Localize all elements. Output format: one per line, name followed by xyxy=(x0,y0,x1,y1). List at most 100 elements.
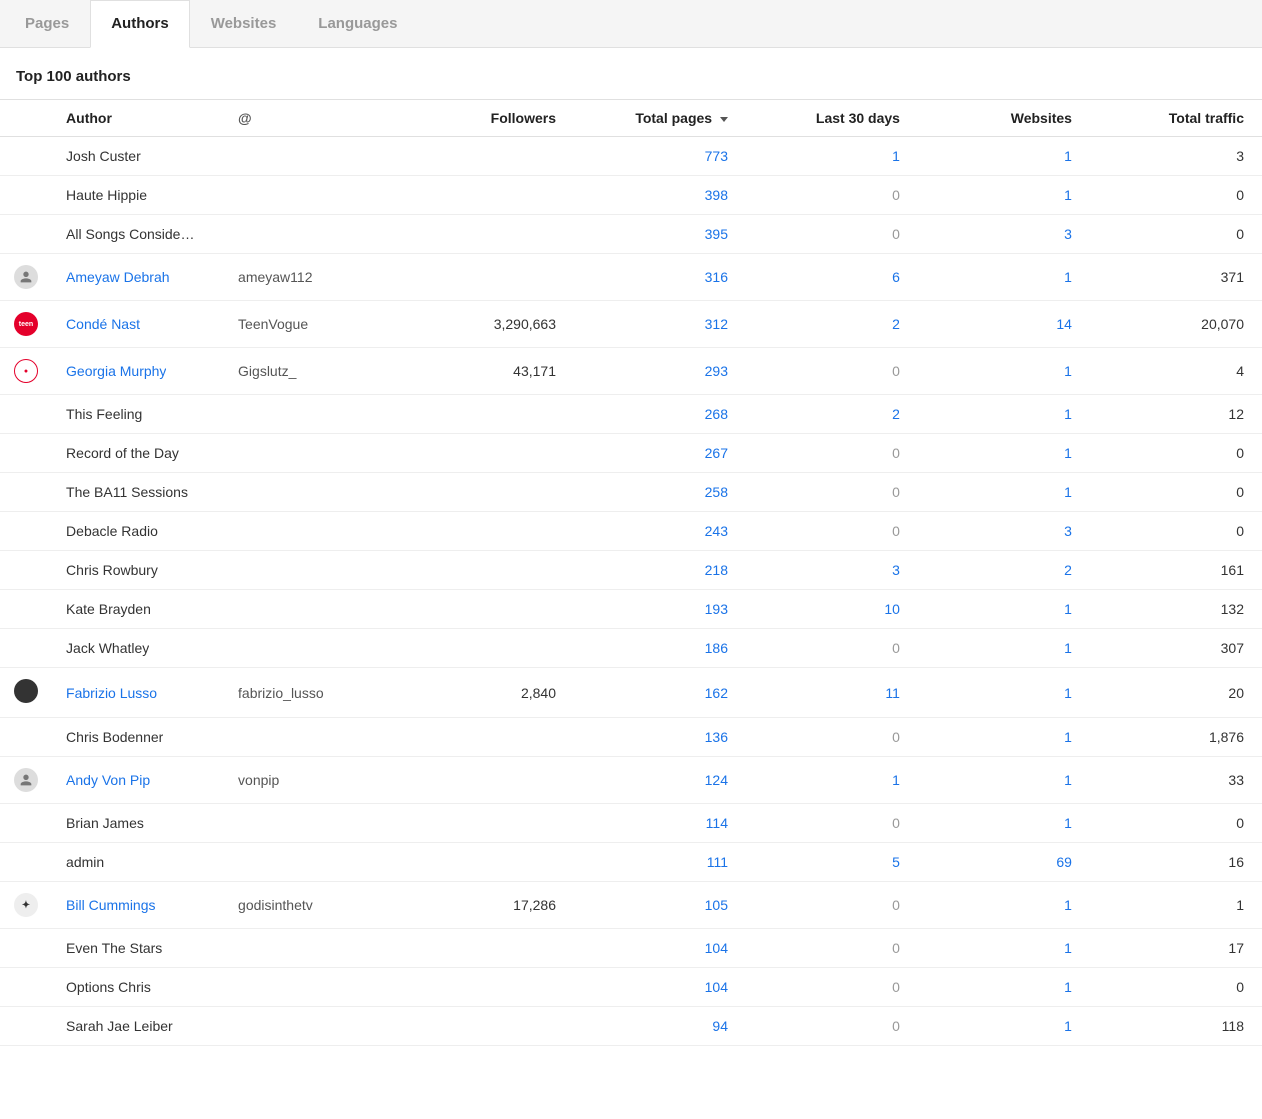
table-row: ✦Bill Cummingsgodisinthetv17,286105011 xyxy=(0,882,1262,929)
col-total-pages-label: Total pages xyxy=(635,110,712,126)
cell-handle xyxy=(230,590,402,629)
cell-total-pages[interactable]: 111 xyxy=(574,843,746,882)
cell-author[interactable]: Bill Cummings xyxy=(58,882,230,929)
cell-websites[interactable]: 1 xyxy=(918,176,1090,215)
cell-author[interactable]: Ameyaw Debrah xyxy=(58,254,230,301)
cell-avatar xyxy=(0,843,58,882)
cell-last30[interactable]: 5 xyxy=(746,843,918,882)
cell-total-pages[interactable]: 316 xyxy=(574,254,746,301)
cell-websites[interactable]: 1 xyxy=(918,718,1090,757)
cell-handle: fabrizio_lusso xyxy=(230,668,402,718)
cell-total-pages[interactable]: 218 xyxy=(574,551,746,590)
cell-handle xyxy=(230,1007,402,1046)
cell-last30[interactable]: 3 xyxy=(746,551,918,590)
cell-total-pages[interactable]: 124 xyxy=(574,757,746,804)
cell-websites[interactable]: 1 xyxy=(918,473,1090,512)
cell-total-pages[interactable]: 773 xyxy=(574,137,746,176)
author-name[interactable]: Andy Von Pip xyxy=(66,772,150,788)
cell-websites[interactable]: 1 xyxy=(918,590,1090,629)
author-name[interactable]: Ameyaw Debrah xyxy=(66,269,170,285)
cell-websites[interactable]: 1 xyxy=(918,804,1090,843)
cell-handle: godisinthetv xyxy=(230,882,402,929)
cell-total-pages[interactable]: 104 xyxy=(574,929,746,968)
cell-last30[interactable]: 6 xyxy=(746,254,918,301)
cell-last30[interactable]: 10 xyxy=(746,590,918,629)
cell-websites[interactable]: 3 xyxy=(918,512,1090,551)
col-websites-header[interactable]: Websites xyxy=(918,100,1090,137)
cell-total-pages[interactable]: 293 xyxy=(574,348,746,395)
col-author-header[interactable]: Author xyxy=(58,100,230,137)
col-followers-header[interactable]: Followers xyxy=(402,100,574,137)
tab-pages[interactable]: Pages xyxy=(4,0,90,47)
cell-total-pages[interactable]: 312 xyxy=(574,301,746,348)
author-name[interactable]: Georgia Murphy xyxy=(66,363,166,379)
cell-last30[interactable]: 2 xyxy=(746,395,918,434)
page-title: Top 100 authors xyxy=(0,48,1262,99)
cell-total-pages[interactable]: 94 xyxy=(574,1007,746,1046)
tab-websites[interactable]: Websites xyxy=(190,0,298,47)
cell-last30[interactable]: 11 xyxy=(746,668,918,718)
author-name[interactable]: Bill Cummings xyxy=(66,897,155,913)
cell-total-pages[interactable]: 243 xyxy=(574,512,746,551)
cell-followers xyxy=(402,1007,574,1046)
cell-avatar: ● xyxy=(0,348,58,395)
cell-websites[interactable]: 1 xyxy=(918,882,1090,929)
cell-total-pages[interactable]: 267 xyxy=(574,434,746,473)
cell-total-pages[interactable]: 193 xyxy=(574,590,746,629)
table-header-row: Author @ Followers Total pages Last 30 d… xyxy=(0,100,1262,137)
cell-total-pages[interactable]: 114 xyxy=(574,804,746,843)
cell-author[interactable]: Fabrizio Lusso xyxy=(58,668,230,718)
col-traffic-header[interactable]: Total traffic xyxy=(1090,100,1262,137)
cell-websites[interactable]: 1 xyxy=(918,348,1090,395)
cell-websites[interactable]: 69 xyxy=(918,843,1090,882)
cell-websites[interactable]: 14 xyxy=(918,301,1090,348)
cell-last30[interactable]: 1 xyxy=(746,757,918,804)
col-last30-header[interactable]: Last 30 days xyxy=(746,100,918,137)
col-total-pages-header[interactable]: Total pages xyxy=(574,100,746,137)
cell-total-pages[interactable]: 136 xyxy=(574,718,746,757)
cell-handle xyxy=(230,512,402,551)
cell-total-pages[interactable]: 105 xyxy=(574,882,746,929)
cell-total-pages[interactable]: 186 xyxy=(574,629,746,668)
cell-total-pages[interactable]: 104 xyxy=(574,968,746,1007)
cell-websites[interactable]: 1 xyxy=(918,757,1090,804)
tab-languages[interactable]: Languages xyxy=(297,0,418,47)
cell-traffic: 307 xyxy=(1090,629,1262,668)
author-name: Haute Hippie xyxy=(66,187,147,203)
cell-last30[interactable]: 2 xyxy=(746,301,918,348)
cell-avatar xyxy=(0,968,58,1007)
cell-websites[interactable]: 1 xyxy=(918,968,1090,1007)
cell-last30[interactable]: 1 xyxy=(746,137,918,176)
author-name[interactable]: Fabrizio Lusso xyxy=(66,685,157,701)
cell-total-pages[interactable]: 395 xyxy=(574,215,746,254)
cell-last30: 0 xyxy=(746,215,918,254)
cell-followers xyxy=(402,434,574,473)
cell-websites[interactable]: 1 xyxy=(918,668,1090,718)
cell-websites[interactable]: 1 xyxy=(918,629,1090,668)
tab-authors[interactable]: Authors xyxy=(90,0,190,48)
cell-websites[interactable]: 1 xyxy=(918,395,1090,434)
cell-websites[interactable]: 2 xyxy=(918,551,1090,590)
cell-websites[interactable]: 1 xyxy=(918,254,1090,301)
cell-total-pages[interactable]: 268 xyxy=(574,395,746,434)
cell-avatar xyxy=(0,512,58,551)
cell-last30: 0 xyxy=(746,718,918,757)
col-handle-header[interactable]: @ xyxy=(230,100,402,137)
cell-last30: 0 xyxy=(746,434,918,473)
cell-author[interactable]: Condé Nast xyxy=(58,301,230,348)
cell-author[interactable]: Georgia Murphy xyxy=(58,348,230,395)
author-name: Jack Whatley xyxy=(66,640,149,656)
table-row: Haute Hippie398010 xyxy=(0,176,1262,215)
cell-author[interactable]: Andy Von Pip xyxy=(58,757,230,804)
cell-total-pages[interactable]: 398 xyxy=(574,176,746,215)
cell-websites[interactable]: 3 xyxy=(918,215,1090,254)
cell-websites[interactable]: 1 xyxy=(918,929,1090,968)
author-name[interactable]: Condé Nast xyxy=(66,316,140,332)
cell-total-pages[interactable]: 162 xyxy=(574,668,746,718)
cell-websites[interactable]: 1 xyxy=(918,137,1090,176)
cell-websites[interactable]: 1 xyxy=(918,1007,1090,1046)
cell-total-pages[interactable]: 258 xyxy=(574,473,746,512)
cell-websites[interactable]: 1 xyxy=(918,434,1090,473)
cell-traffic: 0 xyxy=(1090,176,1262,215)
cell-followers: 43,171 xyxy=(402,348,574,395)
